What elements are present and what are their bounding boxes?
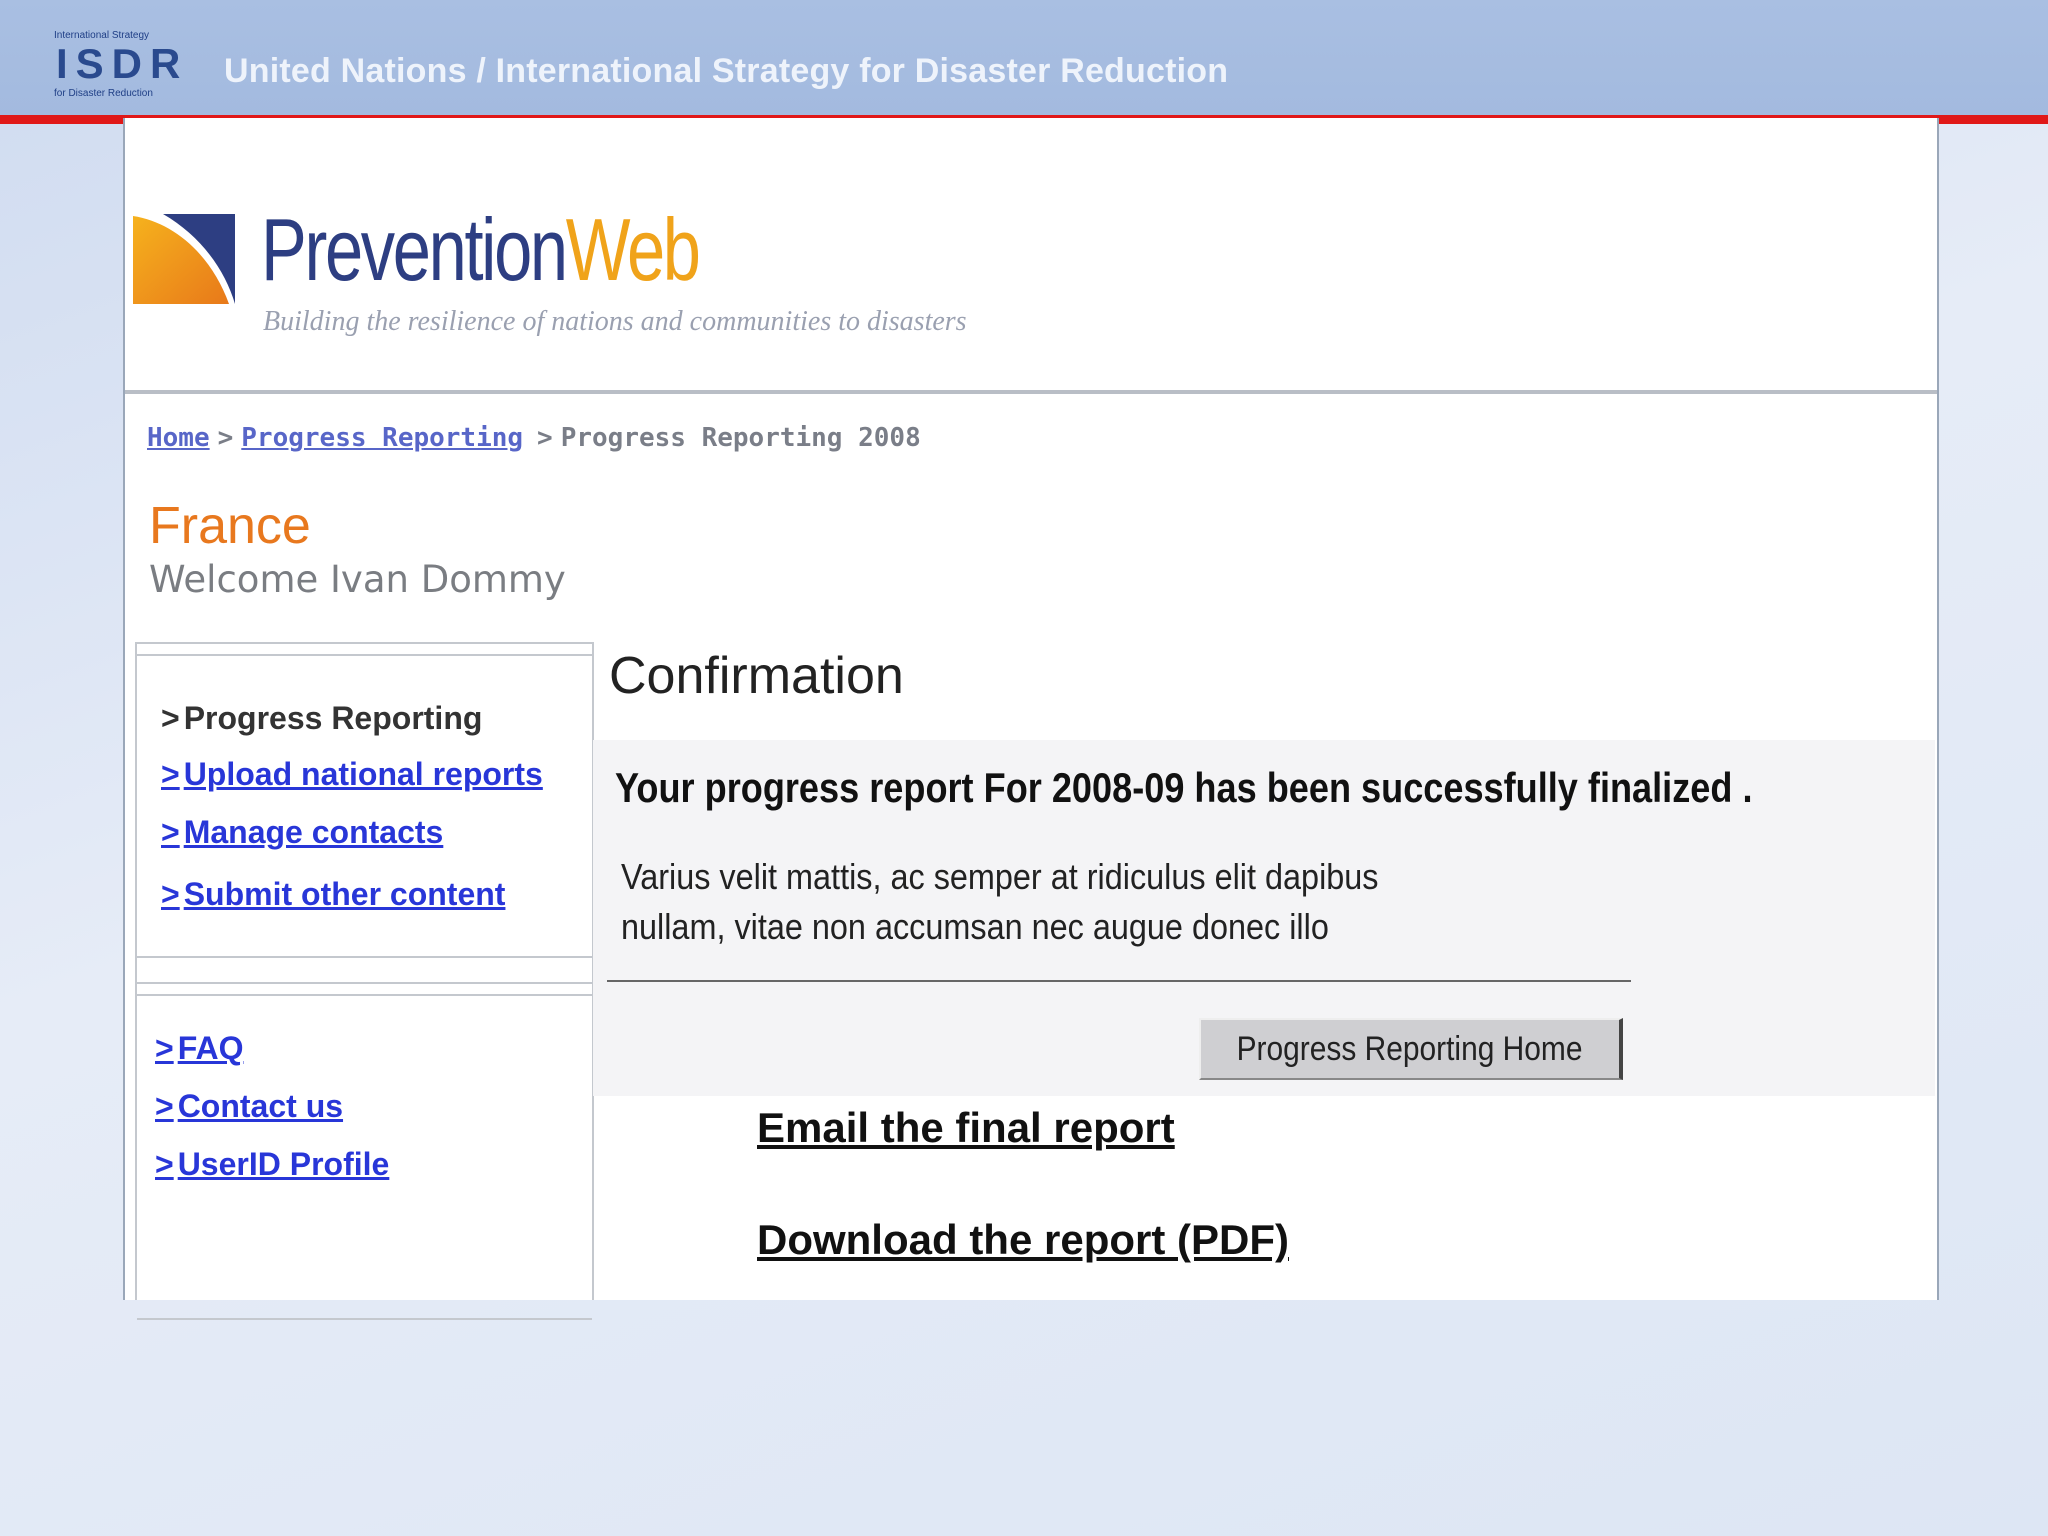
sidebar-divider: [137, 642, 592, 644]
panel-divider: [607, 980, 1631, 982]
sidebar-item-label: Progress Reporting: [183, 700, 483, 736]
breadcrumb-separator: >: [217, 423, 234, 453]
isdr-logo-bottom-text: for Disaster Reduction: [54, 88, 153, 99]
sidebar-item-label: Submit other content: [183, 876, 506, 912]
sidebar-item-manage-contacts[interactable]: > Manage contacts: [161, 814, 443, 851]
sidebar-divider: [137, 654, 592, 656]
welcome-message: Welcome Ivan Dommy: [149, 558, 566, 601]
header-divider: [125, 390, 1937, 394]
page-title: Confirmation: [609, 647, 904, 705]
sidebar-item-userid-profile[interactable]: > UserID Profile: [155, 1146, 389, 1183]
arrow-icon: >: [155, 1030, 174, 1066]
isdr-logo-text: ISDR: [56, 40, 189, 87]
breadcrumb-progress-reporting[interactable]: Progress Reporting: [241, 423, 523, 453]
download-report-pdf-link[interactable]: Download the report (PDF): [757, 1216, 1289, 1264]
confirmation-panel: Your progress report For 2008-09 has bee…: [593, 740, 1935, 1096]
breadcrumb-separator: >: [537, 423, 553, 453]
logo-word-web: Web: [565, 200, 701, 299]
country-name: France: [149, 497, 311, 555]
breadcrumb: Home > Progress Reporting > Progress Reporti…: [147, 423, 921, 453]
arrow-icon: >: [161, 700, 180, 736]
top-banner: International Strategy ISDR for Disaster…: [0, 0, 2048, 115]
sidebar-item-label: Upload national reports: [183, 756, 543, 792]
progress-reporting-home-button[interactable]: Progress Reporting Home: [1199, 1018, 1623, 1080]
isdr-logo: International Strategy ISDR for Disaster…: [54, 30, 194, 100]
site-tagline: Building the resilience of nations and c…: [263, 306, 967, 337]
arrow-icon: >: [161, 756, 180, 792]
preventionweb-emblem-icon: [133, 214, 235, 304]
sidebar-item-progress-reporting[interactable]: > Progress Reporting: [161, 700, 482, 737]
button-label: Progress Reporting Home: [1237, 1029, 1583, 1068]
sidebar-nav: > Progress Reporting > Upload national rep…: [135, 642, 594, 1320]
arrow-icon: >: [155, 1146, 174, 1182]
logo-word-prevention: Prevention: [261, 200, 568, 299]
sidebar-item-contact-us[interactable]: > Contact us: [155, 1088, 343, 1125]
page-container: PreventionWeb Building the resilience of…: [123, 118, 1939, 1320]
breadcrumb-current: Progress Reporting 2008: [560, 423, 921, 453]
preventionweb-wordmark: PreventionWeb: [261, 200, 701, 299]
arrow-icon: >: [155, 1088, 174, 1124]
body-line: Varius velit mattis, ac semper at ridicu…: [621, 856, 1379, 897]
confirmation-body: Varius velit mattis, ac semper at ridicu…: [621, 852, 1431, 952]
organization-title: United Nations / International Strategy …: [224, 52, 1229, 90]
sidebar-item-submit-other-content[interactable]: > Submit other content: [161, 876, 505, 913]
sidebar-item-label: Contact us: [177, 1088, 344, 1124]
sidebar-item-upload-national-reports[interactable]: > Upload national reports: [161, 756, 543, 793]
sidebar-divider: [137, 994, 592, 996]
arrow-icon: >: [161, 814, 180, 850]
arrow-icon: >: [161, 876, 180, 912]
body-line: nullam, vitae non accumsan nec augue don…: [621, 906, 1329, 947]
breadcrumb-home[interactable]: Home: [147, 423, 210, 453]
sidebar-item-label: Manage contacts: [183, 814, 444, 850]
success-message: Your progress report For 2008-09 has bee…: [615, 764, 1753, 811]
sidebar-item-faq[interactable]: > FAQ: [155, 1030, 243, 1067]
sidebar-divider: [137, 956, 592, 958]
sidebar-divider: [137, 1318, 592, 1320]
sidebar-divider: [137, 982, 592, 984]
sidebar-item-label: FAQ: [177, 1030, 244, 1066]
sidebar-item-label: UserID Profile: [177, 1146, 390, 1182]
preventionweb-logo[interactable]: PreventionWeb Building the resilience of…: [133, 200, 993, 402]
email-final-report-link[interactable]: Email the final report: [757, 1104, 1175, 1152]
